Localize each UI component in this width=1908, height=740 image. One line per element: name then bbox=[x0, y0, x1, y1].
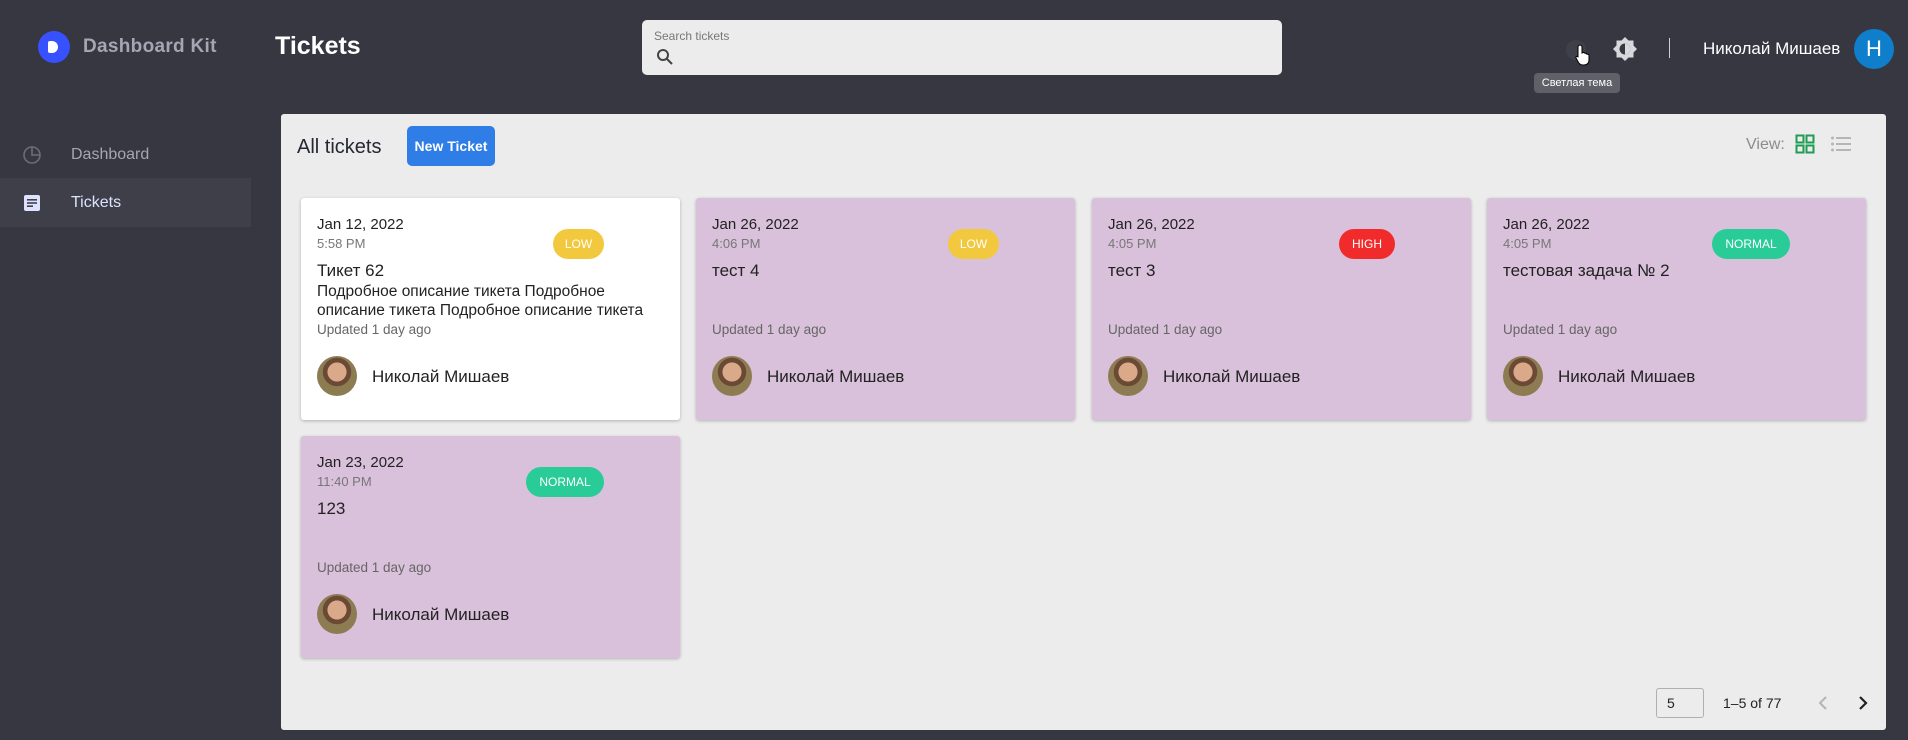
ticket-card[interactable]: Jan 26, 2022 4:05 PM HIGH тест 3 Updated… bbox=[1092, 198, 1471, 420]
priority-badge: LOW bbox=[553, 229, 604, 259]
panel-title: All tickets bbox=[297, 136, 382, 158]
avatar bbox=[712, 356, 752, 396]
ticket-card[interactable]: Jan 26, 2022 4:06 PM LOW тест 4 Updated … bbox=[696, 198, 1075, 420]
ticket-time: 4:05 PM bbox=[1108, 236, 1157, 251]
ticket-card[interactable]: Jan 26, 2022 4:05 PM NORMAL тестовая зад… bbox=[1487, 198, 1866, 420]
ticket-date: Jan 23, 2022 bbox=[317, 454, 404, 471]
header-divider bbox=[1669, 38, 1670, 58]
view-label: View: bbox=[1746, 136, 1785, 153]
priority-badge: NORMAL bbox=[1712, 229, 1790, 259]
ticket-author: Николай Мишаев bbox=[372, 605, 510, 624]
search-label: Search tickets bbox=[654, 29, 730, 43]
sidebar-item-dashboard[interactable]: Dashboard bbox=[0, 130, 251, 179]
brand-logo-icon bbox=[38, 31, 70, 63]
brand-name: Dashboard Kit bbox=[83, 36, 217, 57]
user-name: Николай Мишаев bbox=[1703, 39, 1841, 58]
ticket-updated: Updated 1 day ago bbox=[317, 322, 432, 337]
search-icon bbox=[657, 49, 673, 65]
ticket-card[interactable]: Jan 23, 2022 11:40 PM NORMAL 123 Updated… bbox=[301, 436, 680, 658]
new-ticket-button[interactable]: New Ticket bbox=[407, 126, 495, 166]
ticket-time: 4:06 PM bbox=[712, 236, 761, 251]
ticket-date: Jan 26, 2022 bbox=[1503, 216, 1590, 233]
chevron-right-icon[interactable] bbox=[1854, 694, 1872, 712]
sidebar-item-label: Dashboard bbox=[71, 145, 150, 163]
ticket-time: 11:40 PM bbox=[317, 474, 372, 489]
chevron-left-icon[interactable] bbox=[1815, 694, 1833, 712]
priority-badge: LOW bbox=[948, 229, 999, 259]
ticket-title: Тикет 62 bbox=[317, 261, 385, 280]
ticket-updated: Updated 1 day ago bbox=[317, 560, 432, 575]
ticket-time: 5:58 PM bbox=[317, 236, 366, 251]
tickets-panel: All tickets New Ticket View: Jan 12, 202… bbox=[281, 114, 1886, 730]
sidebar: Dashboard Kit Dashboard Tickets bbox=[0, 0, 251, 740]
ticket-title: тест 4 bbox=[712, 261, 760, 280]
search-input[interactable]: Search tickets bbox=[642, 20, 1282, 75]
list-view-icon[interactable] bbox=[1830, 134, 1852, 154]
ticket-author: Николай Мишаев bbox=[1558, 367, 1696, 386]
avatar bbox=[1108, 356, 1148, 396]
brightness-icon[interactable] bbox=[1612, 36, 1638, 62]
ticket-date: Jan 26, 2022 bbox=[712, 216, 799, 233]
ticket-author: Николай Мишаев bbox=[767, 367, 905, 386]
ticket-time: 4:05 PM bbox=[1503, 236, 1552, 251]
sidebar-item-label: Tickets bbox=[71, 193, 122, 211]
theme-tooltip: Светлая тема bbox=[1534, 73, 1620, 93]
ticket-card[interactable]: Jan 12, 2022 5:58 PM LOW Тикет 62 Подроб… bbox=[301, 198, 680, 420]
ticket-author: Николай Мишаев bbox=[372, 367, 510, 386]
avatar bbox=[317, 356, 357, 396]
sidebar-item-tickets[interactable]: Tickets bbox=[0, 178, 251, 227]
avatar bbox=[317, 594, 357, 634]
ticket-updated: Updated 1 day ago bbox=[1108, 322, 1223, 337]
page-range: 1–5 of 77 bbox=[1723, 695, 1782, 711]
pie-chart-icon bbox=[23, 145, 41, 164]
ticket-date: Jan 12, 2022 bbox=[317, 216, 404, 233]
avatar bbox=[1503, 356, 1543, 396]
document-icon bbox=[24, 194, 40, 211]
ticket-author: Николай Мишаев bbox=[1163, 367, 1301, 386]
priority-badge: HIGH bbox=[1339, 229, 1395, 259]
ticket-updated: Updated 1 day ago bbox=[712, 322, 827, 337]
grid-view-icon[interactable] bbox=[1795, 134, 1815, 154]
ticket-title: тестовая задача № 2 bbox=[1503, 261, 1670, 280]
priority-badge: NORMAL bbox=[526, 467, 604, 497]
brand[interactable]: Dashboard Kit bbox=[38, 31, 217, 63]
ticket-title: тест 3 bbox=[1108, 261, 1156, 280]
ticket-date: Jan 26, 2022 bbox=[1108, 216, 1195, 233]
ticket-updated: Updated 1 day ago bbox=[1503, 322, 1618, 337]
ticket-title: 123 bbox=[317, 499, 346, 518]
page-title: Tickets bbox=[275, 32, 361, 60]
page-size-select[interactable]: 5 bbox=[1656, 688, 1704, 718]
ticket-description: Подробное описание тикета Подробное опис… bbox=[317, 283, 644, 319]
user-avatar[interactable]: Н bbox=[1854, 29, 1894, 69]
pointer-cursor-icon bbox=[1575, 44, 1590, 66]
